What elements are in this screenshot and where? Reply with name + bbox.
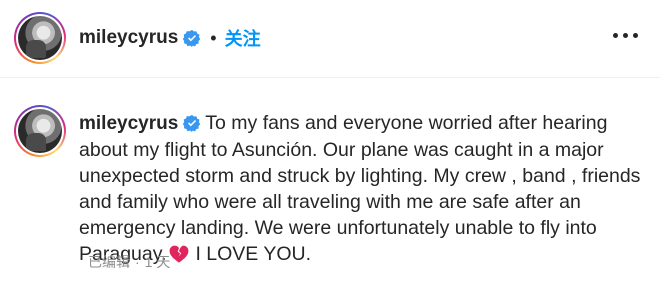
post-header: mileycyrus • 关注 — [0, 0, 660, 78]
verified-badge-icon — [183, 114, 201, 132]
header-avatar[interactable] — [14, 12, 66, 64]
meta-separator: · — [135, 254, 140, 270]
avatar-image — [18, 16, 62, 60]
caption-text: mileycyrus To my fans and everyone worri… — [79, 110, 651, 267]
timestamp[interactable]: 1 天 — [145, 252, 171, 272]
more-dot — [623, 33, 628, 38]
more-options-button[interactable] — [613, 33, 638, 38]
edited-label: 已编辑 — [88, 254, 130, 270]
more-dot — [633, 33, 638, 38]
header-username[interactable]: mileycyrus — [79, 27, 178, 49]
verified-badge-icon — [183, 29, 201, 47]
caption-avatar[interactable] — [14, 105, 66, 157]
caption-end: I LOVE YOU. — [195, 243, 312, 265]
caption-username[interactable]: mileycyrus — [79, 113, 178, 134]
post-meta: 已编辑 · 1 天 — [88, 252, 170, 272]
broken-heart-icon — [170, 245, 189, 263]
more-dot — [613, 33, 618, 38]
caption-body: To my fans and everyone worried after he… — [79, 112, 641, 265]
follow-button[interactable]: 关注 — [225, 25, 261, 51]
post-caption-section: mileycyrus To my fans and everyone worri… — [0, 79, 660, 288]
avatar-image — [18, 109, 62, 153]
header-user-row: mileycyrus • 关注 — [79, 25, 261, 51]
header-separator: • — [210, 27, 217, 48]
